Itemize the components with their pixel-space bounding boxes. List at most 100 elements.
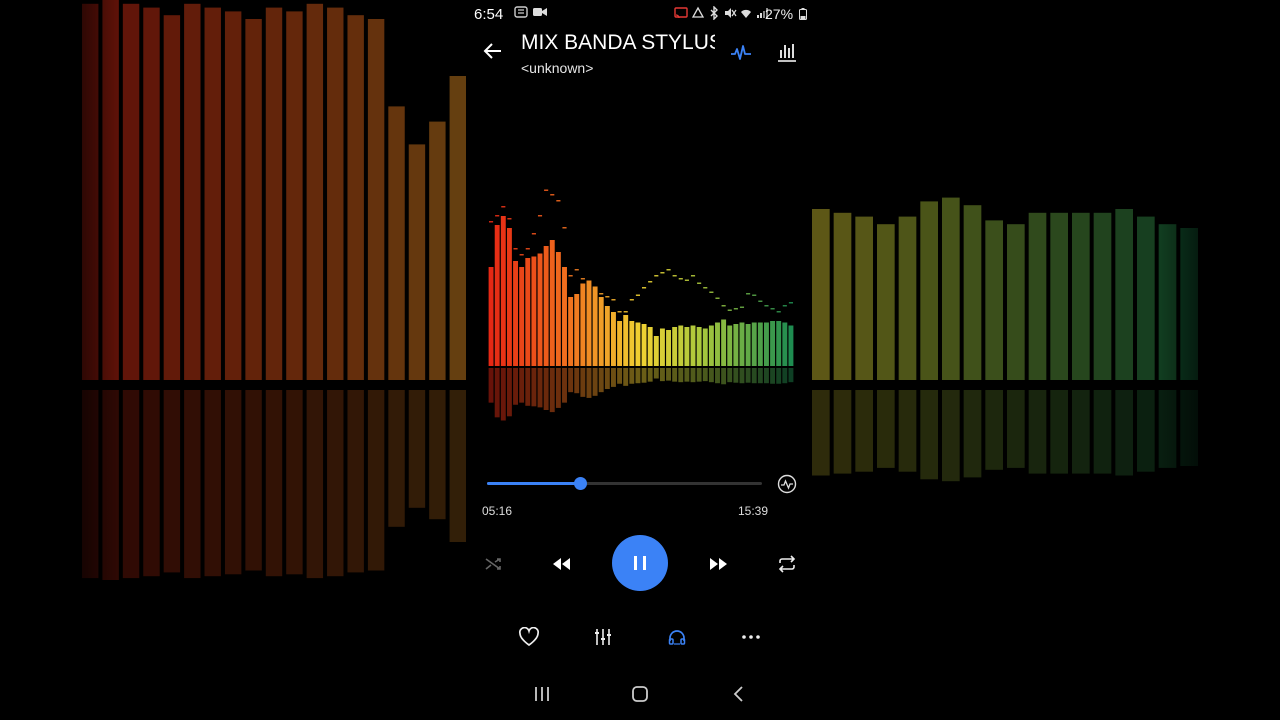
nav-recents-button[interactable] (532, 684, 552, 704)
seek-bar[interactable] (487, 477, 762, 490)
spectrum-peak-marker (531, 233, 536, 235)
spectrum-bar-reflection (782, 368, 788, 384)
pause-icon (634, 556, 646, 570)
spectrum-peak-marker (764, 305, 769, 307)
backdrop-bar (877, 224, 895, 380)
equalizer-settings-button[interactable] (592, 626, 614, 648)
back-button[interactable] (482, 40, 504, 62)
spectrum-peak-marker (593, 287, 598, 289)
spectrum-bar (592, 286, 598, 366)
spectrum-peak-marker (489, 221, 494, 223)
spectrum-bar (782, 322, 788, 366)
spectrum-bar (757, 322, 763, 366)
backdrop-bar-reflection (429, 390, 446, 520)
shuffle-button[interactable] (482, 553, 504, 575)
backdrop-bar (245, 19, 262, 380)
spectrum-bar (739, 322, 745, 366)
spectrum-bar (623, 315, 629, 366)
next-button[interactable] (707, 553, 731, 575)
backdrop-bar-reflection (265, 390, 283, 577)
spectrum-bar-reflection (751, 368, 757, 384)
spectrum-bar (702, 328, 708, 366)
spectrum-style-button[interactable] (775, 41, 799, 63)
backdrop-bar (1050, 212, 1068, 380)
nav-back-button[interactable] (728, 684, 748, 704)
spectrum-peak-marker (648, 281, 653, 283)
more-dots-icon (742, 635, 760, 639)
spectrum-peak-marker (788, 302, 793, 304)
spectrum-bar (574, 294, 580, 366)
play-pause-button[interactable] (612, 535, 668, 591)
spectrum-bar-reflection (666, 368, 671, 381)
backdrop-bar (306, 3, 324, 381)
audio-output-button[interactable] (666, 626, 688, 648)
spectrum-peak-marker (709, 291, 714, 293)
background-visualizer-right (810, 0, 1200, 720)
spectrum-bar-reflection (617, 368, 623, 384)
spectrum-bar-reflection (574, 368, 580, 394)
spectrum-peak-marker (580, 278, 585, 280)
spectrum-bar (641, 324, 647, 366)
waveform-icon (731, 45, 751, 60)
backdrop-bar (855, 216, 873, 380)
backdrop-bar (833, 212, 852, 380)
spectrum-bar-reflection (757, 368, 763, 384)
spectrum-bar (513, 261, 518, 366)
spectrum-bar (488, 267, 494, 366)
spectrum-peak-marker (537, 215, 543, 217)
spectrum-bar (519, 267, 525, 366)
spectrum-bar-reflection (519, 368, 525, 403)
spectrum-bar (696, 327, 702, 366)
backdrop-bar (367, 19, 385, 380)
repeat-icon (778, 555, 796, 573)
spectrum-bar (586, 280, 592, 366)
cast-icon (674, 7, 688, 19)
more-options-button[interactable] (740, 626, 762, 648)
nav-home-button[interactable] (630, 684, 650, 704)
spectrum-bar-reflection (733, 368, 739, 383)
spectrum-bar (604, 306, 610, 366)
spectrum-peak-marker (495, 215, 500, 217)
spectrum-peak-marker (672, 275, 677, 277)
spectrum-bar-reflection (647, 368, 653, 382)
spectrum-bar (684, 327, 690, 366)
spectrum-bar (580, 283, 586, 366)
spectrum-peak-marker (611, 299, 616, 301)
spectrum-bar-reflection (580, 368, 586, 397)
spectrum-bar-reflection (653, 368, 659, 379)
seek-bar-thumb[interactable] (573, 477, 587, 490)
backdrop-bar (1072, 212, 1090, 380)
backdrop-bar-reflection (286, 390, 303, 575)
spectrum-peak-marker (690, 275, 696, 277)
spectrum-bar-reflection (788, 368, 794, 383)
spectrum-bar-reflection (629, 368, 635, 384)
backdrop-bar (204, 7, 221, 380)
spectrum-bar (543, 246, 549, 366)
shuffle-icon (485, 558, 501, 570)
fast-forward-icon (710, 558, 727, 570)
backdrop-bar (449, 76, 466, 380)
spectrum-peak-marker (629, 299, 634, 301)
backdrop-bar (1115, 209, 1133, 380)
spectrum-peak-marker (568, 275, 573, 277)
spectrum-peak-marker (599, 293, 604, 295)
spectrum-peak-marker (507, 218, 512, 220)
spectrum-peak-marker (605, 296, 610, 298)
spectrum-bar-reflection (678, 368, 684, 383)
rewind-icon (553, 558, 570, 570)
backdrop-bar-reflection (163, 390, 181, 573)
backdrop-bar (1028, 212, 1047, 380)
favorite-button[interactable] (517, 626, 541, 648)
spectrum-bar (506, 228, 512, 366)
backdrop-bar (1093, 212, 1112, 380)
spectrum-peak-marker (739, 306, 745, 308)
spectrum-bar-reflection (513, 368, 518, 405)
backdrop-bar (429, 121, 446, 380)
visualizer-mode-button[interactable] (729, 42, 753, 62)
song-title: MIX BANDA STYLUS (521, 31, 715, 54)
repeat-button[interactable] (776, 553, 798, 575)
spectrum-peak-marker (727, 309, 732, 311)
spectrum-peak-marker (733, 308, 738, 310)
previous-button[interactable] (549, 553, 573, 575)
sleep-timer-button[interactable] (777, 474, 797, 494)
